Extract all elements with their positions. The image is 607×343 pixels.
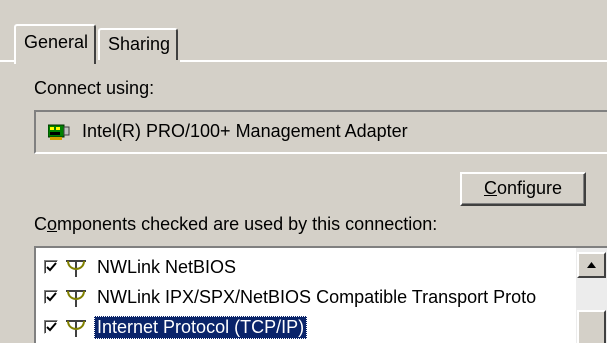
- tab-divider-right: [180, 60, 607, 62]
- components-label-pre: C: [34, 214, 47, 234]
- protocol-icon: [66, 290, 86, 307]
- properties-panel: General Sharing Connect using: Intel(R) …: [0, 0, 607, 343]
- protocol-icon: [66, 260, 86, 277]
- component-label: NWLink IPX/SPX/NetBIOS Compatible Transp…: [97, 287, 537, 307]
- list-item[interactable]: NWLink IPX/SPX/NetBIOS Compatible Transp…: [36, 284, 556, 314]
- list-item[interactable]: NWLink NetBIOS: [36, 254, 556, 284]
- components-label-rest: mponents checked are used by this connec…: [57, 214, 438, 234]
- connect-using-label: Connect using:: [34, 78, 155, 98]
- tab-general[interactable]: General: [14, 24, 96, 64]
- protocol-icon: [66, 320, 86, 337]
- network-adapter-icon: [48, 124, 70, 140]
- checkmark-icon: [46, 262, 57, 272]
- tab-strip: General Sharing: [0, 0, 607, 64]
- scroll-up-button[interactable]: [577, 252, 606, 278]
- tab-sharing-label: Sharing: [108, 34, 171, 54]
- component-label: NWLink NetBIOS: [97, 257, 237, 277]
- configure-button[interactable]: Configure: [460, 172, 586, 206]
- configure-label-rest: onfigure: [496, 178, 563, 198]
- list-scrollbar[interactable]: [576, 248, 607, 343]
- tab-divider-left: [0, 60, 14, 62]
- components-label-mnemonic: o: [47, 214, 58, 234]
- scroll-thumb[interactable]: [577, 310, 606, 343]
- component-checkbox[interactable]: [44, 290, 58, 304]
- tab-sharing[interactable]: Sharing: [98, 28, 178, 60]
- component-checkbox[interactable]: [44, 320, 58, 334]
- configure-mnemonic: C: [483, 178, 497, 198]
- adapter-name: Intel(R) PRO/100+ Management Adapter: [82, 121, 408, 141]
- arrow-up-icon: [587, 262, 596, 268]
- checkmark-icon: [46, 322, 57, 332]
- tab-general-label: General: [24, 32, 89, 52]
- checkmark-icon: [46, 292, 57, 302]
- components-list[interactable]: NWLink NetBIOS NWLink IPX/SPX/NetBIOS Co…: [34, 246, 607, 343]
- component-label: Internet Protocol (TCP/IP): [94, 316, 308, 339]
- components-label: Components checked are used by this conn…: [34, 214, 437, 235]
- component-checkbox[interactable]: [44, 260, 58, 274]
- list-item[interactable]: Internet Protocol (TCP/IP): [36, 314, 556, 343]
- adapter-field: Intel(R) PRO/100+ Management Adapter: [34, 110, 607, 154]
